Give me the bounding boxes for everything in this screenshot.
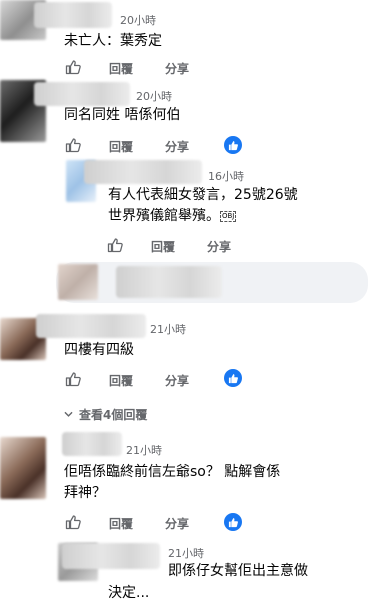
reply-button[interactable]: 回覆	[109, 515, 133, 532]
commenter-name[interactable]	[36, 314, 146, 338]
comment-timestamp[interactable]: 20小時	[136, 88, 172, 104]
comment-text: 同名同姓 唔係何伯	[64, 107, 181, 123]
share-button[interactable]: 分享	[165, 372, 189, 389]
comment-text: 未亡人：葉秀定	[64, 33, 162, 49]
share-button[interactable]: 分享	[165, 60, 189, 77]
reply-button[interactable]: 回覆	[109, 372, 133, 389]
like-reaction-badge[interactable]	[224, 513, 242, 531]
commenter-name[interactable]	[62, 543, 160, 569]
reply-button[interactable]: 回覆	[151, 238, 175, 255]
like-icon[interactable]	[65, 59, 81, 75]
share-button[interactable]: 分享	[165, 515, 189, 532]
view-replies-link[interactable]: 查看4個回覆	[64, 406, 147, 423]
missing-emoji-icon: OBJ	[220, 210, 237, 222]
like-icon[interactable]	[107, 237, 123, 253]
avatar	[58, 264, 98, 300]
comment-timestamp[interactable]: 16小時	[208, 168, 244, 184]
comment-text-line: 拜神？	[64, 485, 106, 501]
commenter-name[interactable]	[34, 2, 112, 28]
comment-text-line: 佢唔係臨終前信左爺so？ 點解會係	[64, 464, 281, 480]
comment-timestamp[interactable]: 21小時	[150, 321, 186, 337]
comment-text: 四樓有四級	[64, 342, 134, 358]
like-reaction-badge[interactable]	[224, 136, 242, 154]
like-icon[interactable]	[65, 137, 81, 153]
comment-text-line: 有人代表細女發言，25號26號	[108, 187, 298, 203]
comment-timestamp[interactable]: 21小時	[168, 545, 204, 561]
commenter-name[interactable]	[34, 82, 130, 106]
commenter-name[interactable]	[84, 160, 202, 184]
commenter-name	[116, 266, 222, 298]
like-icon[interactable]	[65, 514, 81, 530]
view-replies-label: 查看4個回覆	[79, 408, 148, 422]
share-button[interactable]: 分享	[207, 238, 231, 255]
chevron-down-icon	[64, 411, 73, 417]
reply-button[interactable]: 回覆	[109, 60, 133, 77]
avatar[interactable]	[0, 437, 46, 499]
like-reaction-badge[interactable]	[224, 369, 242, 387]
reply-button[interactable]: 回覆	[109, 138, 133, 155]
share-button[interactable]: 分享	[165, 138, 189, 155]
like-icon[interactable]	[65, 371, 81, 387]
comment-timestamp[interactable]: 21小時	[126, 442, 162, 458]
comment-timestamp[interactable]: 20小時	[120, 12, 156, 28]
comment-text-line: 即係仔女幫佢出主意做	[168, 563, 308, 579]
comment-text-line: 世界殯儀館舉殯。 OBJ	[108, 208, 237, 224]
commenter-name[interactable]	[62, 432, 122, 456]
comment-text-line: 決定...	[108, 585, 150, 601]
